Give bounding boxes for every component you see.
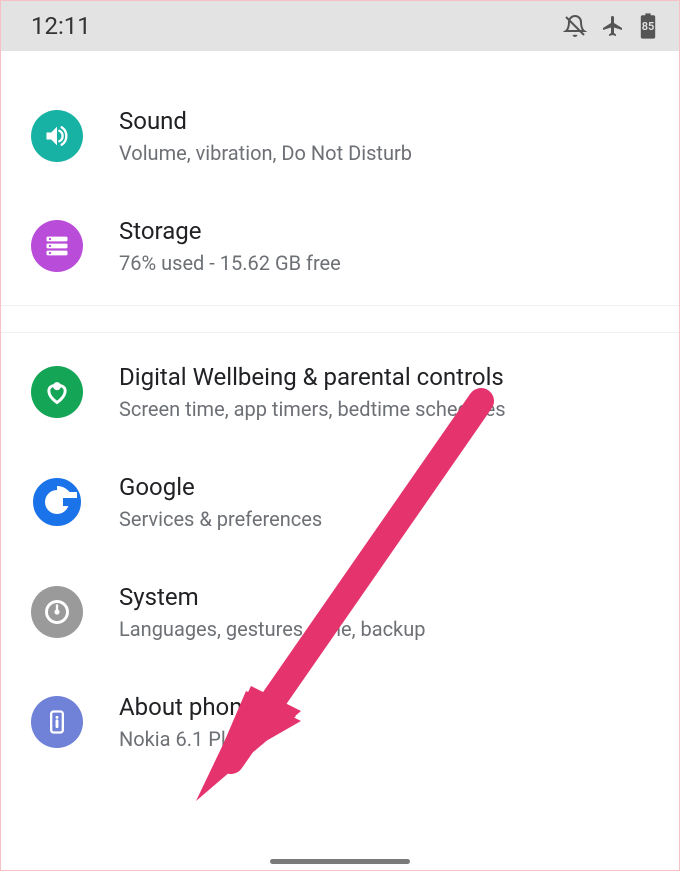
settings-list[interactable]: Sound Volume, vibration, Do Not Disturb … xyxy=(1,51,679,777)
google-icon xyxy=(31,476,83,528)
settings-item-google[interactable]: Google Services & preferences xyxy=(1,447,679,557)
settings-item-text: Google Services & preferences xyxy=(119,472,657,531)
settings-item-storage[interactable]: Storage 76% used - 15.62 GB free xyxy=(1,191,679,301)
battery-level-label: 85 xyxy=(639,20,657,33)
settings-item-title: System xyxy=(119,582,657,613)
settings-item-text: Digital Wellbeing & parental controls Sc… xyxy=(119,362,657,421)
volume-icon xyxy=(31,110,83,162)
settings-item-title: Sound xyxy=(119,106,657,137)
system-icon xyxy=(31,586,83,638)
status-time: 12:11 xyxy=(31,12,91,40)
battery-icon: 85 xyxy=(639,13,657,39)
settings-item-title: Google xyxy=(119,472,657,503)
settings-item-text: System Languages, gestures, time, backup xyxy=(119,582,657,641)
status-icons: 85 xyxy=(563,13,657,39)
wellbeing-icon xyxy=(31,366,83,418)
settings-item-text: Storage 76% used - 15.62 GB free xyxy=(119,216,657,275)
nav-handle[interactable] xyxy=(270,859,410,864)
settings-item-text: Sound Volume, vibration, Do Not Disturb xyxy=(119,106,657,165)
storage-icon xyxy=(31,220,83,272)
settings-item-subtitle: Nokia 6.1 Plus xyxy=(119,726,657,752)
about-phone-icon xyxy=(31,696,83,748)
settings-item-subtitle: Services & preferences xyxy=(119,506,657,532)
settings-item-wellbeing[interactable]: Digital Wellbeing & parental controls Sc… xyxy=(1,337,679,447)
settings-item-subtitle: Languages, gestures, time, backup xyxy=(119,616,657,642)
settings-item-title: About phone xyxy=(119,692,657,723)
settings-screen: 12:11 85 xyxy=(1,1,679,870)
settings-item-subtitle: 76% used - 15.62 GB free xyxy=(119,250,657,276)
settings-item-sound[interactable]: Sound Volume, vibration, Do Not Disturb xyxy=(1,81,679,191)
airplane-mode-icon xyxy=(601,14,625,38)
dnd-bell-off-icon xyxy=(563,14,587,38)
settings-item-system[interactable]: System Languages, gestures, time, backup xyxy=(1,557,679,667)
status-bar: 12:11 85 xyxy=(1,1,679,51)
settings-item-title: Storage xyxy=(119,216,657,247)
settings-item-title: Digital Wellbeing & parental controls xyxy=(119,362,657,393)
settings-item-subtitle: Volume, vibration, Do Not Disturb xyxy=(119,140,657,166)
section-divider xyxy=(1,305,679,333)
settings-item-text: About phone Nokia 6.1 Plus xyxy=(119,692,657,751)
settings-item-subtitle: Screen time, app timers, bedtime schedul… xyxy=(119,396,657,422)
settings-item-about-phone[interactable]: About phone Nokia 6.1 Plus xyxy=(1,667,679,777)
